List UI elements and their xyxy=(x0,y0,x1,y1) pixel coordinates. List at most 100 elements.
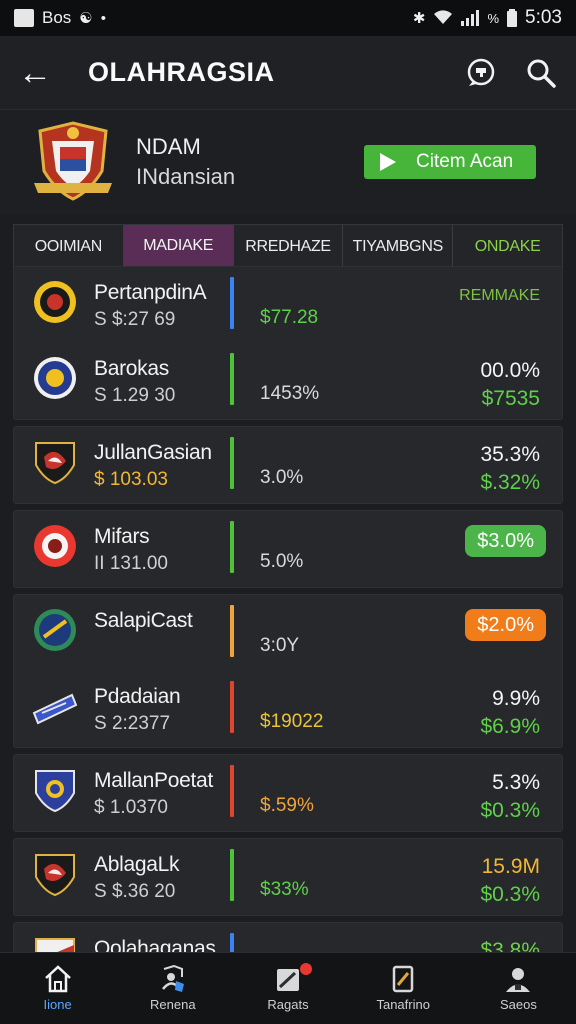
club-stat-top: 00.0% xyxy=(480,359,540,382)
chat-question-button[interactable] xyxy=(464,56,498,90)
trend-bar xyxy=(230,765,234,817)
nav-home-label: Iione xyxy=(43,997,72,1012)
change-badge: $3.0% xyxy=(465,525,546,557)
club-change: $33% xyxy=(260,879,309,900)
club-price: II 131.00 xyxy=(94,553,168,574)
club-name: MallanPoetat xyxy=(94,769,213,792)
club-name: PertanpdinA xyxy=(94,281,207,304)
team-card[interactable]: PertanpdinA S $:27 69 $77.28 REMMAKE Barokas… xyxy=(13,266,563,420)
list-item[interactable]: AblagaLk S $.36 20 $33% 15.9M $0.3% xyxy=(14,839,562,915)
list-item[interactable]: Barokas S 1.29 30 1453% 00.0% $7535 xyxy=(14,343,562,419)
club-name: AblagaLk xyxy=(94,853,180,876)
dot-icon: • xyxy=(100,9,107,27)
tab-3[interactable]: TIYAMBGNS xyxy=(343,225,454,269)
team-card[interactable]: SalapiCast 3:0Y $2.0% Pdadaian S 2:2377 $1902… xyxy=(13,594,563,748)
club-logo-icon xyxy=(35,854,75,897)
notebook-icon xyxy=(277,969,299,991)
nav-saeos-label: Saeos xyxy=(499,997,537,1012)
change-badge: $2.0% xyxy=(465,609,546,641)
search-button[interactable] xyxy=(524,56,558,90)
list-item[interactable]: Pdadaian S 2:2377 $19022 9.9% $6.9% xyxy=(14,671,562,747)
bluetooth-icon: ✱ xyxy=(412,10,426,27)
tab-2[interactable]: RREDHAZE xyxy=(234,225,344,269)
team-header: NDAM INdansian Citem Acan xyxy=(0,110,576,214)
trend-bar xyxy=(230,353,234,405)
status-time: 5:03 xyxy=(525,7,562,28)
list-item[interactable]: MallanPoetat $ 1.0370 $.59% 5.3% $0.3% xyxy=(14,755,562,831)
club-logo-icon xyxy=(32,693,78,725)
club-stat-top: 9.9% xyxy=(492,687,540,710)
trend-bar xyxy=(230,605,234,657)
club-price: S 2:2377 xyxy=(94,713,171,734)
nav-tanafrino[interactable]: Tanafrino xyxy=(346,953,461,1024)
wifi-icon xyxy=(434,10,453,24)
bottom-navigation: Iione Renena Ragats Tanafrino Saeos xyxy=(0,952,576,1024)
list-item[interactable]: PertanpdinA S $:27 69 $77.28 REMMAKE xyxy=(14,267,562,343)
team-list: PertanpdinA S $:27 69 $77.28 REMMAKE Barokas… xyxy=(13,266,563,1006)
club-change: $19022 xyxy=(260,711,324,732)
club-name: Pdadaian xyxy=(94,685,181,708)
home-icon xyxy=(44,965,71,993)
play-icon xyxy=(380,153,396,171)
vpn-icon: ☯ xyxy=(79,10,93,27)
list-item[interactable]: SalapiCast 3:0Y $2.0% xyxy=(14,595,562,671)
trend-bar xyxy=(230,681,234,733)
team-card[interactable]: JullanGasian $ 103.03 3.0% 35.3% $.32% xyxy=(13,426,563,504)
team-card[interactable]: Mifars II 131.00 5.0% $3.0% xyxy=(13,510,563,588)
top-app-bar: ← OLAHRAGSIA xyxy=(0,36,576,110)
battery-icon xyxy=(507,9,518,27)
club-name: SalapiCast xyxy=(94,609,193,632)
nav-renena[interactable]: Renena xyxy=(115,953,230,1024)
watch-button[interactable]: Citem Acan xyxy=(364,145,536,179)
tab-0[interactable]: OOIMIAN xyxy=(14,225,124,269)
club-name: Barokas xyxy=(94,357,169,380)
nav-renena-label: Renena xyxy=(150,997,196,1012)
clipboard-icon xyxy=(392,965,414,993)
signal-icon xyxy=(461,10,480,26)
search-icon xyxy=(527,59,556,88)
club-change: 5.0% xyxy=(260,551,304,572)
status-app-label: Bos xyxy=(42,8,72,27)
nav-saeos[interactable]: Saeos xyxy=(461,953,576,1024)
club-change: 3.0% xyxy=(260,467,304,488)
club-price: $ 103.03 xyxy=(94,469,168,490)
team-card[interactable]: AblagaLk S $.36 20 $33% 15.9M $0.3% xyxy=(13,838,563,916)
club-logo-icon xyxy=(34,357,76,399)
club-name: Mifars xyxy=(94,525,150,548)
club-price: $ 1.0370 xyxy=(94,797,168,818)
list-item[interactable]: JullanGasian $ 103.03 3.0% 35.3% $.32% xyxy=(14,427,562,503)
club-stat-top: 5.3% xyxy=(492,771,540,794)
trend-bar xyxy=(230,849,234,901)
shield-user-icon xyxy=(161,965,184,992)
nav-ragats-label: Ragats xyxy=(267,997,309,1012)
nav-ragats[interactable]: Ragats xyxy=(230,953,345,1024)
club-logo-icon xyxy=(34,609,76,651)
club-price: S 1.29 30 xyxy=(94,385,176,406)
club-stat-bottom: $0.3% xyxy=(480,799,540,822)
trend-bar xyxy=(230,437,234,489)
status-bar: Bos ☯ • ✱ % 5:03 xyxy=(0,0,576,36)
club-change: 3:0Y xyxy=(260,635,300,656)
club-change: $77.28 xyxy=(260,307,319,328)
club-name: JullanGasian xyxy=(94,441,212,464)
tab-1[interactable]: MADIAKE xyxy=(123,225,234,269)
nav-tanafrino-label: Tanafrino xyxy=(376,997,430,1012)
nav-home[interactable]: Iione xyxy=(0,953,115,1024)
club-stat-bottom: $6.9% xyxy=(480,715,540,738)
tab-4[interactable]: ONDAKE xyxy=(453,225,562,269)
club-logo-icon xyxy=(34,281,76,323)
team-card[interactable]: MallanPoetat $ 1.0370 $.59% 5.3% $0.3% xyxy=(13,754,563,832)
club-stat-bottom: $0.3% xyxy=(480,883,540,906)
club-price: S $.36 20 xyxy=(94,881,176,902)
back-arrow-icon[interactable]: ← xyxy=(18,56,58,90)
club-stat-top: 15.9M xyxy=(481,855,540,878)
club-stat-top: REMMAKE xyxy=(459,287,540,304)
trend-bar xyxy=(230,521,234,573)
club-price: S $:27 69 xyxy=(94,309,176,330)
watch-button-label: Citem Acan xyxy=(416,151,514,172)
team-code: NDAM xyxy=(136,134,201,159)
trend-bar xyxy=(230,277,234,329)
list-item[interactable]: Mifars II 131.00 5.0% $3.0% xyxy=(14,511,562,587)
app-screen: Bos ☯ • ✱ % 5:03 ← OLAHRAGSIA NDAM INdan… xyxy=(0,0,576,1024)
club-logo-icon xyxy=(35,442,75,485)
